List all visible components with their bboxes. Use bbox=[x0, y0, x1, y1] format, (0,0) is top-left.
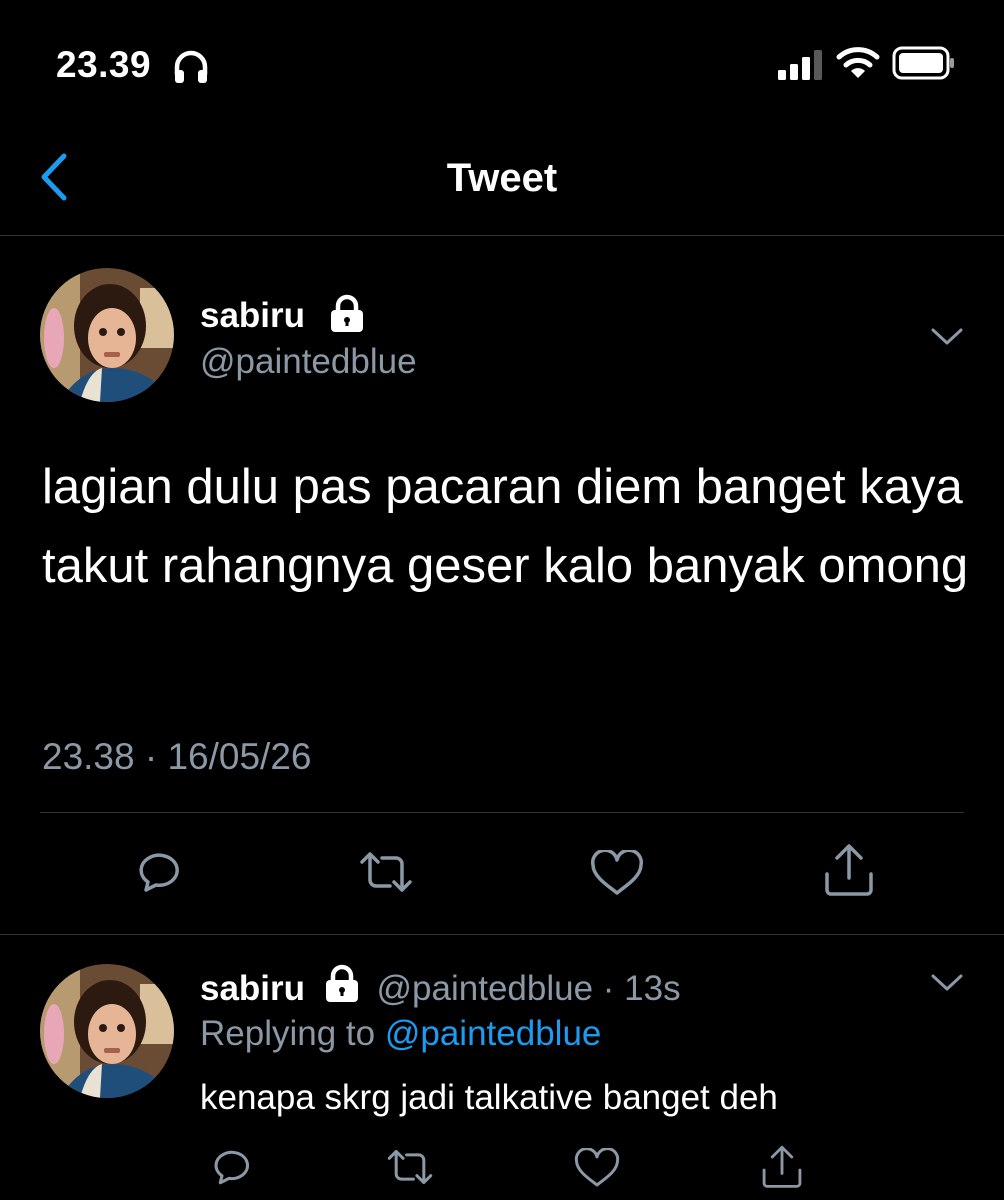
share-icon[interactable] bbox=[760, 1144, 804, 1188]
reply-header: sabiru @paintedblue · 13s bbox=[200, 964, 681, 1009]
replying-to-label: Replying to bbox=[200, 1014, 376, 1053]
avatar[interactable] bbox=[40, 268, 174, 402]
reply-icon[interactable] bbox=[206, 1146, 252, 1188]
chevron-down-icon[interactable] bbox=[930, 972, 964, 994]
battery-icon bbox=[892, 46, 954, 80]
handle[interactable]: @paintedblue bbox=[200, 342, 417, 382]
tweet-text: lagian dulu pas pacaran diem banget kaya… bbox=[42, 460, 969, 593]
divider bbox=[40, 812, 964, 813]
page-title: Tweet bbox=[446, 156, 558, 200]
wifi-icon bbox=[836, 47, 880, 78]
share-icon[interactable] bbox=[822, 842, 876, 896]
divider bbox=[0, 934, 1004, 935]
tweet-timestamp[interactable]: 23.38 · 16/05/26 bbox=[42, 736, 312, 778]
lock-icon bbox=[331, 294, 363, 332]
display-name[interactable]: sabiru bbox=[200, 969, 305, 1008]
chevron-down-icon[interactable] bbox=[930, 326, 964, 348]
display-name[interactable]: sabiru bbox=[200, 296, 305, 336]
avatar[interactable] bbox=[40, 964, 174, 1098]
retweet-icon[interactable] bbox=[356, 850, 416, 894]
signal-icon bbox=[778, 50, 822, 80]
retweet-icon[interactable] bbox=[384, 1148, 436, 1186]
replying-to: Replying to @paintedblue bbox=[200, 1014, 601, 1054]
nav-bar: Tweet bbox=[0, 120, 1004, 236]
like-icon[interactable] bbox=[574, 1148, 620, 1188]
reply-text: kenapa skrg jadi talkative banget deh bbox=[200, 1078, 778, 1117]
like-icon[interactable] bbox=[590, 850, 644, 896]
tweet-age: · 13s bbox=[602, 969, 681, 1008]
replying-to-handle[interactable]: @paintedblue bbox=[385, 1014, 602, 1053]
reply-icon[interactable] bbox=[130, 848, 182, 896]
lock-icon bbox=[325, 964, 358, 1002]
status-time: 23.39 bbox=[56, 44, 152, 85]
handle[interactable]: @paintedblue bbox=[377, 969, 594, 1008]
headphone-icon bbox=[174, 50, 208, 83]
status-bar: 23.39 bbox=[0, 0, 1004, 120]
